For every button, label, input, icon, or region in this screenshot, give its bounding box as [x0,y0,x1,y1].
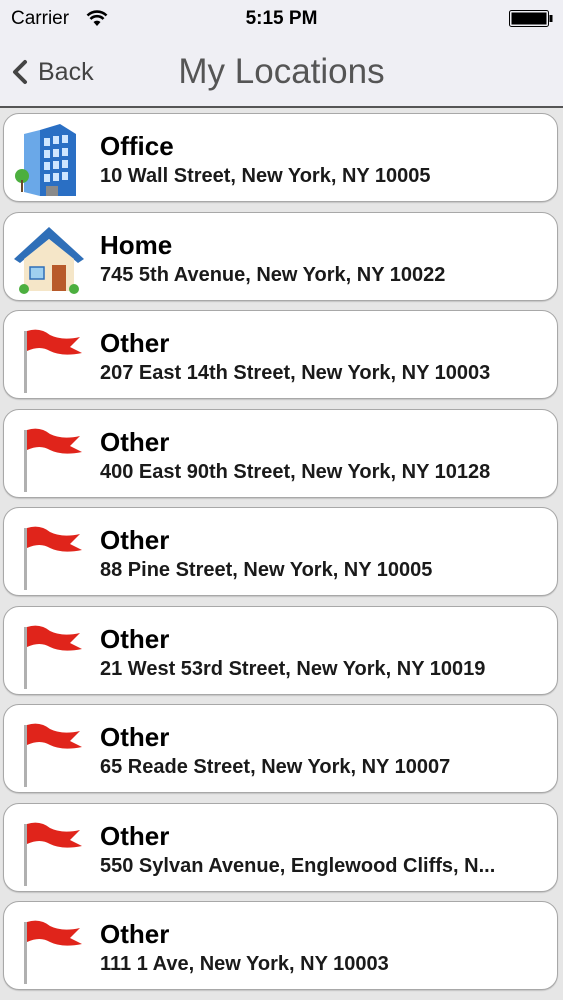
location-address: 745 5th Avenue, New York, NY 10022 [100,263,446,286]
office-building-icon [10,120,88,198]
red-flag-icon [10,416,88,494]
location-address: 21 West 53rd Street, New York, NY 10019 [100,657,486,680]
location-row[interactable]: Other 65 Reade Street, New York, NY 10007 [3,704,558,793]
status-bar: Carrier 5:15 PM [0,0,563,38]
battery-icon [509,10,553,27]
location-row[interactable]: Other 21 West 53rd Street, New York, NY 1… [3,605,558,695]
locations-list: Office 10 Wall Street, New York, NY 10005… [0,108,563,1000]
red-flag-icon [10,514,88,592]
location-name: Office [100,131,174,161]
location-name: Other [100,426,170,457]
location-name: Other [100,623,170,654]
location-row[interactable]: Office 10 Wall Street, New York, NY 10005 [3,113,558,202]
location-address: 207 East 14th Street, New York, NY 10003 [100,362,491,384]
location-row[interactable]: Other 550 Sylvan Avenue, Englewood Cliffs… [3,802,558,892]
location-row[interactable]: Other 400 East 90th Street, New York, NY … [3,408,558,498]
navigation-bar: Back My Locations [0,38,563,108]
page-title: My Locations [178,52,385,91]
red-flag-icon [10,317,88,395]
house-icon [10,219,88,297]
location-name: Other [100,919,170,949]
location-address: 65 Reade Street, New York, NY 10007 [100,756,451,778]
location-name: Other [100,820,170,851]
location-address: 400 East 90th Street, New York, NY 10128 [100,460,491,483]
location-address: 111 1 Ave, New York, NY 10003 [100,953,389,975]
location-row[interactable]: Other 207 East 14th Street, New York, NY … [3,310,558,399]
location-row[interactable]: Home 745 5th Avenue, New York, NY 10022 [3,211,558,301]
red-flag-icon [10,711,88,789]
location-row[interactable]: Other 111 1 Ave, New York, NY 10003 [3,901,558,990]
location-address: 10 Wall Street, New York, NY 10005 [100,165,431,187]
location-name: Other [100,525,170,555]
red-flag-icon [10,908,88,986]
location-name: Other [100,722,170,752]
location-address: 550 Sylvan Avenue, Englewood Cliffs, N..… [100,854,496,877]
location-row[interactable]: Other 88 Pine Street, New York, NY 10005 [3,507,558,596]
clock: 5:15 PM [245,8,318,29]
red-flag-icon [10,613,88,691]
location-name: Other [100,328,170,358]
red-flag-icon [10,810,88,888]
location-name: Home [100,229,173,260]
location-address: 88 Pine Street, New York, NY 10005 [100,559,433,581]
